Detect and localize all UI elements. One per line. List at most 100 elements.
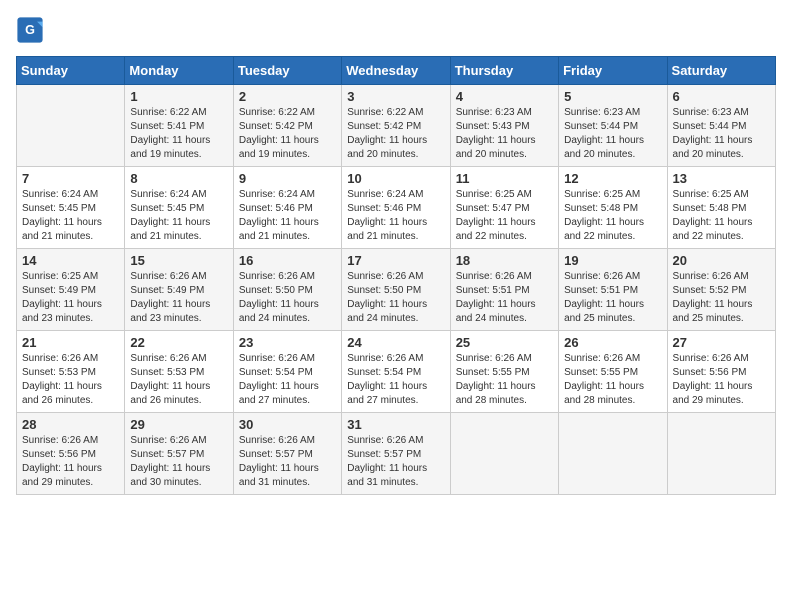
calendar-week-3: 14Sunrise: 6:25 AM Sunset: 5:49 PM Dayli… bbox=[17, 249, 776, 331]
calendar-cell: 27 Sunrise: 6:26 AM Sunset: 5:56 PM Dayli… bbox=[667, 331, 775, 413]
day-info: Sunrise: 6:26 AM Sunset: 5:54 PM Dayligh… bbox=[239, 352, 336, 408]
day-info: Sunrise: 6:26 AM Sunset: 5:50 PM Dayligh… bbox=[347, 270, 444, 326]
calendar-cell: 29 Sunrise: 6:26 AM Sunset: 5:57 PM Dayli… bbox=[125, 413, 233, 495]
day-number: 3 bbox=[347, 89, 444, 104]
day-info: Sunrise: 6:24 AM Sunset: 5:45 PM Dayligh… bbox=[130, 188, 227, 244]
calendar-cell: 4 Sunrise: 6:23 AM Sunset: 5:43 PM Daylig… bbox=[450, 85, 558, 167]
day-info: Sunrise: 6:26 AM Sunset: 5:51 PM Dayligh… bbox=[564, 270, 661, 326]
calendar-cell bbox=[667, 413, 775, 495]
day-number: 29 bbox=[130, 417, 227, 432]
day-number: 16 bbox=[239, 253, 336, 268]
day-info: Sunrise: 6:22 AM Sunset: 5:42 PM Dayligh… bbox=[239, 106, 336, 162]
calendar-week-4: 21 Sunrise: 6:26 AM Sunset: 5:53 PM Dayli… bbox=[17, 331, 776, 413]
calendar-week-5: 28 Sunrise: 6:26 AM Sunset: 5:56 PM Dayli… bbox=[17, 413, 776, 495]
day-number: 22 bbox=[130, 335, 227, 350]
calendar-cell bbox=[559, 413, 667, 495]
calendar-week-2: 7 Sunrise: 6:24 AM Sunset: 5:45 PM Daylig… bbox=[17, 167, 776, 249]
day-info: Sunrise: 6:25 AM Sunset: 5:48 PM Dayligh… bbox=[673, 188, 770, 244]
calendar-header-row: SundayMondayTuesdayWednesdayThursdayFrid… bbox=[17, 57, 776, 85]
day-number: 25 bbox=[456, 335, 553, 350]
calendar-cell: 7Sunrise: 6:24 AM Sunset: 5:45 PM Daylig… bbox=[17, 167, 125, 249]
day-number: 23 bbox=[239, 335, 336, 350]
day-number: 21 bbox=[22, 335, 119, 350]
header: G bbox=[16, 16, 776, 44]
calendar-cell: 1 Sunrise: 6:22 AM Sunset: 5:41 PM Daylig… bbox=[125, 85, 233, 167]
day-number: 13 bbox=[673, 171, 770, 186]
day-number: 1 bbox=[130, 89, 227, 104]
calendar-cell: 12 Sunrise: 6:25 AM Sunset: 5:48 PM Dayli… bbox=[559, 167, 667, 249]
day-info: Sunrise: 6:26 AM Sunset: 5:56 PM Dayligh… bbox=[22, 434, 119, 490]
day-number: 31 bbox=[347, 417, 444, 432]
day-number: 17 bbox=[347, 253, 444, 268]
calendar-table: SundayMondayTuesdayWednesdayThursdayFrid… bbox=[16, 56, 776, 495]
day-info: Sunrise: 6:26 AM Sunset: 5:56 PM Dayligh… bbox=[673, 352, 770, 408]
calendar-cell: 3 Sunrise: 6:22 AM Sunset: 5:42 PM Daylig… bbox=[342, 85, 450, 167]
calendar-cell: 24 Sunrise: 6:26 AM Sunset: 5:54 PM Dayli… bbox=[342, 331, 450, 413]
header-wednesday: Wednesday bbox=[342, 57, 450, 85]
calendar-cell: 23 Sunrise: 6:26 AM Sunset: 5:54 PM Dayli… bbox=[233, 331, 341, 413]
calendar-cell: 22 Sunrise: 6:26 AM Sunset: 5:53 PM Dayli… bbox=[125, 331, 233, 413]
day-info: Sunrise: 6:25 AM Sunset: 5:48 PM Dayligh… bbox=[564, 188, 661, 244]
day-info: Sunrise: 6:23 AM Sunset: 5:44 PM Dayligh… bbox=[673, 106, 770, 162]
day-info: Sunrise: 6:26 AM Sunset: 5:50 PM Dayligh… bbox=[239, 270, 336, 326]
calendar-cell: 14Sunrise: 6:25 AM Sunset: 5:49 PM Dayli… bbox=[17, 249, 125, 331]
day-number: 11 bbox=[456, 171, 553, 186]
day-info: Sunrise: 6:26 AM Sunset: 5:53 PM Dayligh… bbox=[130, 352, 227, 408]
calendar-week-1: 1 Sunrise: 6:22 AM Sunset: 5:41 PM Daylig… bbox=[17, 85, 776, 167]
day-info: Sunrise: 6:23 AM Sunset: 5:43 PM Dayligh… bbox=[456, 106, 553, 162]
calendar-cell: 30 Sunrise: 6:26 AM Sunset: 5:57 PM Dayli… bbox=[233, 413, 341, 495]
calendar-cell: 18Sunrise: 6:26 AM Sunset: 5:51 PM Dayli… bbox=[450, 249, 558, 331]
calendar-cell: 19 Sunrise: 6:26 AM Sunset: 5:51 PM Dayli… bbox=[559, 249, 667, 331]
day-info: Sunrise: 6:26 AM Sunset: 5:51 PM Dayligh… bbox=[456, 270, 553, 326]
day-number: 6 bbox=[673, 89, 770, 104]
calendar-cell: 5 Sunrise: 6:23 AM Sunset: 5:44 PM Daylig… bbox=[559, 85, 667, 167]
calendar-cell: 31 Sunrise: 6:26 AM Sunset: 5:57 PM Dayli… bbox=[342, 413, 450, 495]
day-number: 26 bbox=[564, 335, 661, 350]
calendar-cell: 11 Sunrise: 6:25 AM Sunset: 5:47 PM Dayli… bbox=[450, 167, 558, 249]
header-friday: Friday bbox=[559, 57, 667, 85]
day-number: 7 bbox=[22, 171, 119, 186]
header-tuesday: Tuesday bbox=[233, 57, 341, 85]
calendar-cell: 28 Sunrise: 6:26 AM Sunset: 5:56 PM Dayli… bbox=[17, 413, 125, 495]
calendar-cell: 15Sunrise: 6:26 AM Sunset: 5:49 PM Dayli… bbox=[125, 249, 233, 331]
day-number: 9 bbox=[239, 171, 336, 186]
day-number: 19 bbox=[564, 253, 661, 268]
day-number: 24 bbox=[347, 335, 444, 350]
day-number: 20 bbox=[673, 253, 770, 268]
day-info: Sunrise: 6:26 AM Sunset: 5:53 PM Dayligh… bbox=[22, 352, 119, 408]
header-monday: Monday bbox=[125, 57, 233, 85]
calendar-cell: 20Sunrise: 6:26 AM Sunset: 5:52 PM Dayli… bbox=[667, 249, 775, 331]
calendar-cell bbox=[450, 413, 558, 495]
header-saturday: Saturday bbox=[667, 57, 775, 85]
header-thursday: Thursday bbox=[450, 57, 558, 85]
calendar-cell: 6 Sunrise: 6:23 AM Sunset: 5:44 PM Daylig… bbox=[667, 85, 775, 167]
day-info: Sunrise: 6:26 AM Sunset: 5:54 PM Dayligh… bbox=[347, 352, 444, 408]
day-info: Sunrise: 6:26 AM Sunset: 5:57 PM Dayligh… bbox=[347, 434, 444, 490]
day-number: 27 bbox=[673, 335, 770, 350]
calendar-cell bbox=[17, 85, 125, 167]
logo-icon: G bbox=[16, 16, 44, 44]
logo: G bbox=[16, 16, 48, 44]
day-info: Sunrise: 6:22 AM Sunset: 5:41 PM Dayligh… bbox=[130, 106, 227, 162]
day-info: Sunrise: 6:24 AM Sunset: 5:46 PM Dayligh… bbox=[239, 188, 336, 244]
calendar-cell: 21 Sunrise: 6:26 AM Sunset: 5:53 PM Dayli… bbox=[17, 331, 125, 413]
header-sunday: Sunday bbox=[17, 57, 125, 85]
day-info: Sunrise: 6:25 AM Sunset: 5:49 PM Dayligh… bbox=[22, 270, 119, 326]
day-number: 4 bbox=[456, 89, 553, 104]
day-number: 10 bbox=[347, 171, 444, 186]
day-info: Sunrise: 6:26 AM Sunset: 5:57 PM Dayligh… bbox=[130, 434, 227, 490]
day-number: 12 bbox=[564, 171, 661, 186]
day-number: 5 bbox=[564, 89, 661, 104]
day-number: 28 bbox=[22, 417, 119, 432]
day-number: 15 bbox=[130, 253, 227, 268]
day-info: Sunrise: 6:25 AM Sunset: 5:47 PM Dayligh… bbox=[456, 188, 553, 244]
day-info: Sunrise: 6:24 AM Sunset: 5:46 PM Dayligh… bbox=[347, 188, 444, 244]
day-info: Sunrise: 6:26 AM Sunset: 5:57 PM Dayligh… bbox=[239, 434, 336, 490]
svg-text:G: G bbox=[25, 23, 35, 37]
calendar-cell: 10 Sunrise: 6:24 AM Sunset: 5:46 PM Dayli… bbox=[342, 167, 450, 249]
calendar-cell: 8Sunrise: 6:24 AM Sunset: 5:45 PM Daylig… bbox=[125, 167, 233, 249]
day-number: 30 bbox=[239, 417, 336, 432]
day-info: Sunrise: 6:22 AM Sunset: 5:42 PM Dayligh… bbox=[347, 106, 444, 162]
day-info: Sunrise: 6:23 AM Sunset: 5:44 PM Dayligh… bbox=[564, 106, 661, 162]
calendar-cell: 13 Sunrise: 6:25 AM Sunset: 5:48 PM Dayli… bbox=[667, 167, 775, 249]
